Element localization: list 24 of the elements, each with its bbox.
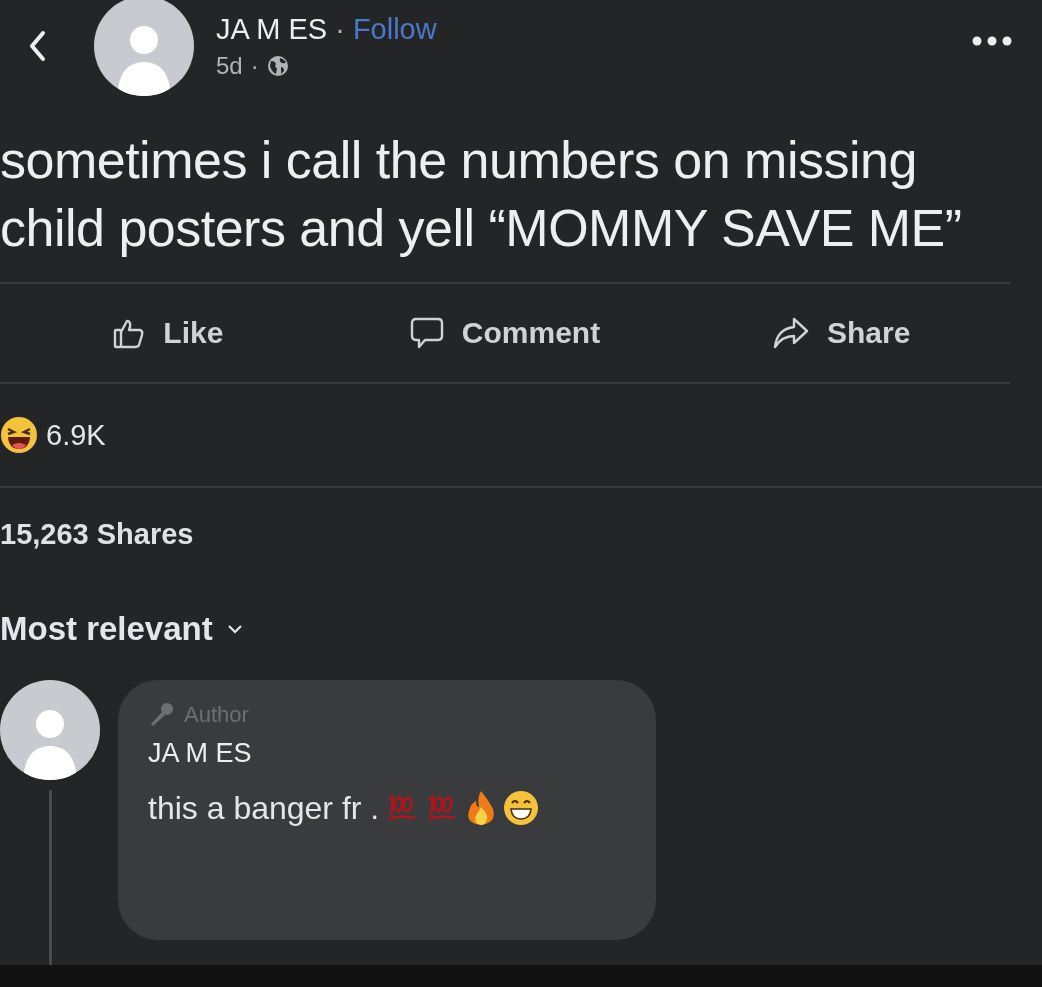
comment-button[interactable]: Comment bbox=[336, 316, 674, 350]
more-button[interactable] bbox=[972, 36, 1012, 46]
share-button[interactable]: Share bbox=[673, 316, 1010, 350]
separator-dot: · bbox=[335, 12, 345, 46]
share-icon bbox=[773, 317, 809, 349]
like-button[interactable]: Like bbox=[0, 316, 337, 350]
comment-icon bbox=[409, 316, 444, 350]
reaction-count[interactable]: 6.9K bbox=[46, 418, 106, 452]
commenter-name[interactable]: JA M ES bbox=[148, 738, 626, 769]
comment-text: this a banger fr . bbox=[148, 789, 380, 827]
grinning-emoji-icon bbox=[503, 790, 540, 826]
globe-icon bbox=[266, 54, 289, 77]
author-name[interactable]: JA M ES bbox=[216, 12, 328, 46]
post-time: 5d bbox=[216, 51, 243, 80]
microphone-icon bbox=[148, 702, 174, 728]
post-text: sometimes i call the numbers on missing child posters and yell “MOMMY SAVE ME” bbox=[0, 130, 963, 259]
laughing-emoji-icon bbox=[0, 416, 38, 454]
back-button[interactable] bbox=[28, 30, 46, 62]
sort-dropdown[interactable]: Most relevant bbox=[0, 610, 243, 648]
share-count[interactable]: 15,263 Shares bbox=[0, 488, 1042, 588]
thumbs-up-icon bbox=[113, 317, 146, 349]
separator-dot: · bbox=[250, 51, 259, 80]
chevron-down-icon bbox=[226, 624, 243, 634]
follow-link[interactable]: Follow bbox=[352, 12, 437, 46]
